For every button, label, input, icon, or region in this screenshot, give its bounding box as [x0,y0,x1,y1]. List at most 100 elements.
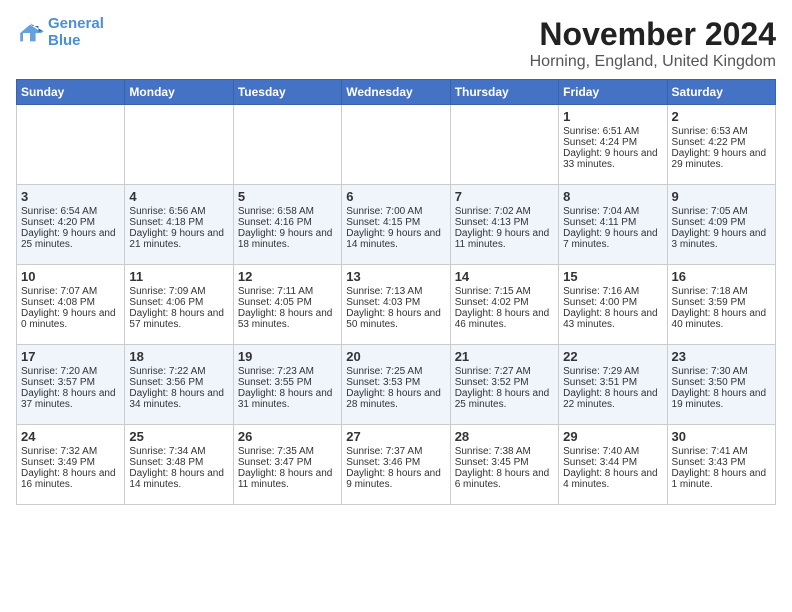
header-day-friday: Friday [559,80,667,105]
day-info: Daylight: 8 hours and 1 minute. [672,468,771,490]
day-info: Daylight: 8 hours and 16 minutes. [21,468,120,490]
day-info: Sunset: 3:46 PM [346,457,445,468]
day-info: Sunset: 4:06 PM [129,297,228,308]
calendar-cell: 17Sunrise: 7:20 AMSunset: 3:57 PMDayligh… [17,345,125,425]
location-title: Horning, England, United Kingdom [530,53,776,71]
day-number: 5 [238,189,337,204]
day-info: Daylight: 8 hours and 19 minutes. [672,388,771,410]
header-day-thursday: Thursday [450,80,558,105]
day-info: Daylight: 8 hours and 50 minutes. [346,308,445,330]
day-info: Sunset: 4:02 PM [455,297,554,308]
week-row-5: 24Sunrise: 7:32 AMSunset: 3:49 PMDayligh… [17,425,776,505]
day-info: Daylight: 8 hours and 57 minutes. [129,308,228,330]
day-info: Sunrise: 7:38 AM [455,446,554,457]
day-number: 13 [346,269,445,284]
calendar-cell: 19Sunrise: 7:23 AMSunset: 3:55 PMDayligh… [233,345,341,425]
day-info: Daylight: 8 hours and 4 minutes. [563,468,662,490]
day-number: 27 [346,429,445,444]
day-info: Sunrise: 7:22 AM [129,366,228,377]
day-info: Daylight: 8 hours and 31 minutes. [238,388,337,410]
day-info: Sunset: 3:59 PM [672,297,771,308]
day-info: Daylight: 8 hours and 46 minutes. [455,308,554,330]
logo-line2: Blue [48,32,81,49]
day-info: Sunrise: 7:13 AM [346,286,445,297]
day-info: Sunset: 3:56 PM [129,377,228,388]
day-number: 21 [455,349,554,364]
day-number: 6 [346,189,445,204]
day-info: Sunrise: 7:15 AM [455,286,554,297]
day-info: Daylight: 9 hours and 3 minutes. [672,228,771,250]
week-row-4: 17Sunrise: 7:20 AMSunset: 3:57 PMDayligh… [17,345,776,425]
title-area: November 2024 Horning, England, United K… [530,16,776,71]
day-info: Daylight: 9 hours and 7 minutes. [563,228,662,250]
day-info: Sunset: 4:00 PM [563,297,662,308]
header-day-tuesday: Tuesday [233,80,341,105]
day-info: Daylight: 9 hours and 21 minutes. [129,228,228,250]
calendar-cell: 9Sunrise: 7:05 AMSunset: 4:09 PMDaylight… [667,185,775,265]
day-number: 20 [346,349,445,364]
day-number: 17 [21,349,120,364]
day-info: Sunrise: 6:53 AM [672,126,771,137]
header-day-sunday: Sunday [17,80,125,105]
day-info: Daylight: 9 hours and 18 minutes. [238,228,337,250]
month-title: November 2024 [530,16,776,53]
calendar-cell [450,105,558,185]
day-info: Sunrise: 7:27 AM [455,366,554,377]
day-info: Sunset: 3:47 PM [238,457,337,468]
calendar-cell: 25Sunrise: 7:34 AMSunset: 3:48 PMDayligh… [125,425,233,505]
day-number: 4 [129,189,228,204]
day-info: Sunset: 4:13 PM [455,217,554,228]
week-row-1: 1Sunrise: 6:51 AMSunset: 4:24 PMDaylight… [17,105,776,185]
day-info: Sunset: 3:43 PM [672,457,771,468]
day-info: Sunset: 3:52 PM [455,377,554,388]
day-number: 2 [672,109,771,124]
day-info: Sunrise: 6:56 AM [129,206,228,217]
calendar-cell: 28Sunrise: 7:38 AMSunset: 3:45 PMDayligh… [450,425,558,505]
day-info: Sunrise: 7:09 AM [129,286,228,297]
calendar-cell: 29Sunrise: 7:40 AMSunset: 3:44 PMDayligh… [559,425,667,505]
calendar-cell: 6Sunrise: 7:00 AMSunset: 4:15 PMDaylight… [342,185,450,265]
day-info: Sunset: 3:50 PM [672,377,771,388]
day-number: 18 [129,349,228,364]
day-info: Daylight: 9 hours and 0 minutes. [21,308,120,330]
day-info: Sunrise: 7:35 AM [238,446,337,457]
logo-icon [16,19,44,47]
header: General Blue November 2024 Horning, Engl… [16,16,776,71]
day-number: 24 [21,429,120,444]
calendar-cell: 4Sunrise: 6:56 AMSunset: 4:18 PMDaylight… [125,185,233,265]
calendar-cell: 10Sunrise: 7:07 AMSunset: 4:08 PMDayligh… [17,265,125,345]
calendar-cell: 2Sunrise: 6:53 AMSunset: 4:22 PMDaylight… [667,105,775,185]
day-info: Sunrise: 7:18 AM [672,286,771,297]
day-info: Sunset: 3:49 PM [21,457,120,468]
day-info: Sunrise: 7:00 AM [346,206,445,217]
day-info: Sunset: 3:57 PM [21,377,120,388]
day-info: Daylight: 9 hours and 14 minutes. [346,228,445,250]
day-number: 19 [238,349,337,364]
day-info: Sunrise: 7:25 AM [346,366,445,377]
calendar-cell: 21Sunrise: 7:27 AMSunset: 3:52 PMDayligh… [450,345,558,425]
day-info: Daylight: 9 hours and 33 minutes. [563,148,662,170]
calendar-cell: 12Sunrise: 7:11 AMSunset: 4:05 PMDayligh… [233,265,341,345]
day-info: Sunset: 3:51 PM [563,377,662,388]
day-info: Sunset: 4:11 PM [563,217,662,228]
header-day-monday: Monday [125,80,233,105]
week-row-2: 3Sunrise: 6:54 AMSunset: 4:20 PMDaylight… [17,185,776,265]
day-number: 7 [455,189,554,204]
day-info: Daylight: 8 hours and 9 minutes. [346,468,445,490]
day-info: Daylight: 8 hours and 28 minutes. [346,388,445,410]
day-info: Sunset: 3:53 PM [346,377,445,388]
day-info: Sunrise: 7:40 AM [563,446,662,457]
calendar-cell: 26 Sunrise: 7:35 AMSunset: 3:47 PMDayligh… [233,425,341,505]
day-info: Sunset: 4:05 PM [238,297,337,308]
day-info: Sunrise: 7:30 AM [672,366,771,377]
day-info: Daylight: 8 hours and 11 minutes. [238,468,337,490]
calendar-cell: 15Sunrise: 7:16 AMSunset: 4:00 PMDayligh… [559,265,667,345]
calendar-cell: 7Sunrise: 7:02 AMSunset: 4:13 PMDaylight… [450,185,558,265]
day-info: Sunset: 3:55 PM [238,377,337,388]
day-info: Sunset: 4:08 PM [21,297,120,308]
day-number: 26 [238,429,337,444]
day-number: 8 [563,189,662,204]
day-number: 11 [129,269,228,284]
logo-line1: General [48,15,104,32]
day-info: Daylight: 8 hours and 6 minutes. [455,468,554,490]
